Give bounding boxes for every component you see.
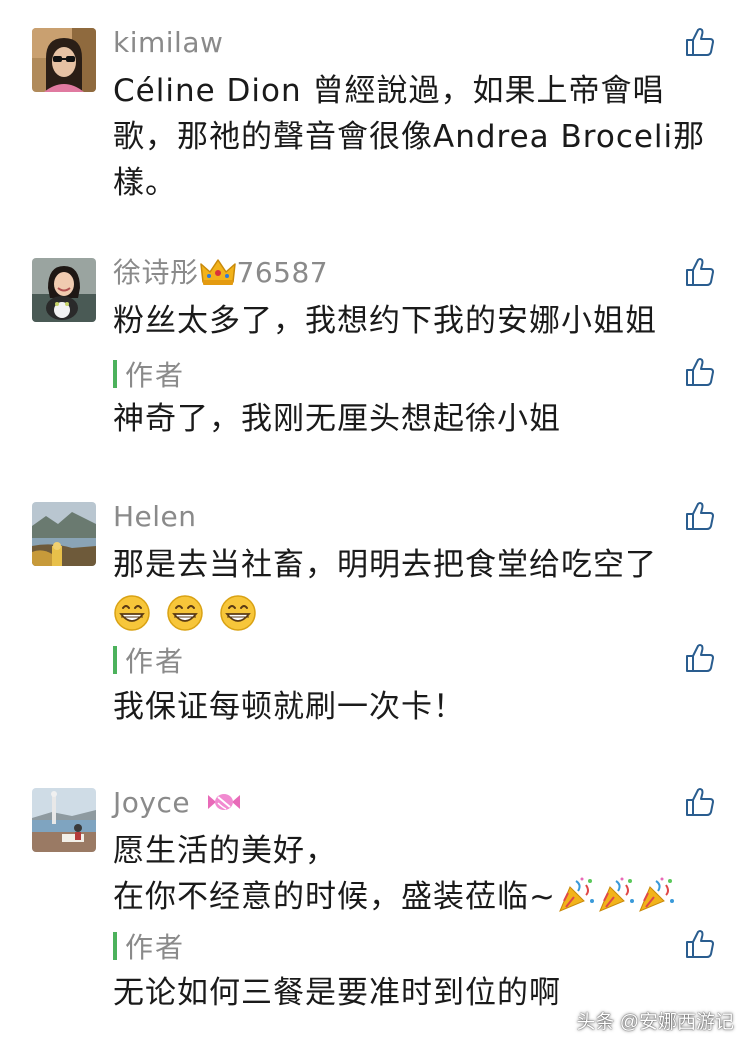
comment-text-line: Céline Dion 曾經說過，如果上帝會唱 <box>113 73 665 109</box>
username-prefix: 徐诗彤 <box>113 256 199 289</box>
username[interactable]: kimilaw <box>113 26 223 60</box>
comment-text: 那是去当社畜，明明去把食堂给吃空了 <box>113 542 713 634</box>
grinning-face-emoji <box>114 594 150 631</box>
avatar[interactable] <box>32 28 96 92</box>
like-button[interactable] <box>684 356 716 388</box>
like-button[interactable] <box>684 786 716 818</box>
party-popper-emoji <box>599 877 634 912</box>
author-bar <box>113 932 117 960</box>
thumbs-up-icon <box>686 358 714 386</box>
reply-text: 无论如何三餐是要准时到位的啊 <box>113 975 561 1011</box>
comment-text-line: 樣。 <box>113 165 177 201</box>
candy-emoji <box>207 794 240 810</box>
thumbs-up-icon <box>686 258 714 286</box>
username[interactable]: Helen <box>113 500 197 534</box>
emoji-row <box>113 588 713 634</box>
comment-text-line: 歌，那祂的聲音會很像Andrea Broceli那 <box>113 119 706 155</box>
thumbs-up-icon <box>686 644 714 672</box>
username[interactable]: Joyce <box>113 786 244 820</box>
comment-text: 愿生活的美好， 在你不经意的时候，盛装莅临~ <box>113 828 713 920</box>
thumbs-up-icon <box>686 930 714 958</box>
avatar[interactable] <box>32 502 96 566</box>
username-text: Joyce <box>113 786 191 819</box>
comment-text: 粉丝太多了，我想约下我的安娜小姐姐 <box>113 298 713 344</box>
thumbs-up-icon <box>686 788 714 816</box>
like-button[interactable] <box>684 642 716 674</box>
comment-text-line: 那是去当社畜，明明去把食堂给吃空了 <box>113 547 657 583</box>
author-label: 作者 <box>125 645 186 678</box>
author-bar <box>113 646 117 674</box>
author-label: 作者 <box>125 359 186 392</box>
watermark: 头条 @安娜西游记 <box>576 1012 734 1033</box>
thumbs-up-icon <box>686 502 714 530</box>
comment-text-line: 粉丝太多了，我想约下我的安娜小姐姐 <box>113 303 657 339</box>
like-button[interactable] <box>684 26 716 58</box>
author-label: 作者 <box>125 931 186 964</box>
grinning-face-emoji <box>167 594 203 631</box>
like-button[interactable] <box>684 500 716 532</box>
party-popper-emoji <box>639 877 674 912</box>
author-reply-tag: 作者 <box>113 930 185 964</box>
like-button[interactable] <box>684 256 716 288</box>
comment-text-line: 愿生活的美好， <box>113 833 337 869</box>
avatar[interactable] <box>32 258 96 322</box>
comment-text-line-with-emoji: 在你不经意的时候，盛装莅临~ <box>113 874 713 920</box>
comment-text: Céline Dion 曾經說過，如果上帝會唱 歌，那祂的聲音會很像Andrea… <box>113 68 713 206</box>
username-suffix: 76587 <box>236 256 329 289</box>
thumbs-up-icon <box>686 28 714 56</box>
party-popper-emoji <box>559 877 594 912</box>
author-bar <box>113 360 117 388</box>
like-button[interactable] <box>684 928 716 960</box>
grinning-face-emoji <box>219 594 256 631</box>
reply-text: 神奇了，我刚无厘头想起徐小姐 <box>113 401 561 437</box>
author-reply-tag: 作者 <box>113 358 185 392</box>
crown-emoji <box>199 259 236 285</box>
reply-text: 我保证每顿就刷一次卡！ <box>113 689 465 725</box>
username[interactable]: 徐诗彤 76587 <box>113 256 328 290</box>
author-reply-tag: 作者 <box>113 644 185 678</box>
avatar[interactable] <box>32 788 96 852</box>
comment-text-line: 在你不经意的时候，盛装莅临~ <box>113 879 556 915</box>
